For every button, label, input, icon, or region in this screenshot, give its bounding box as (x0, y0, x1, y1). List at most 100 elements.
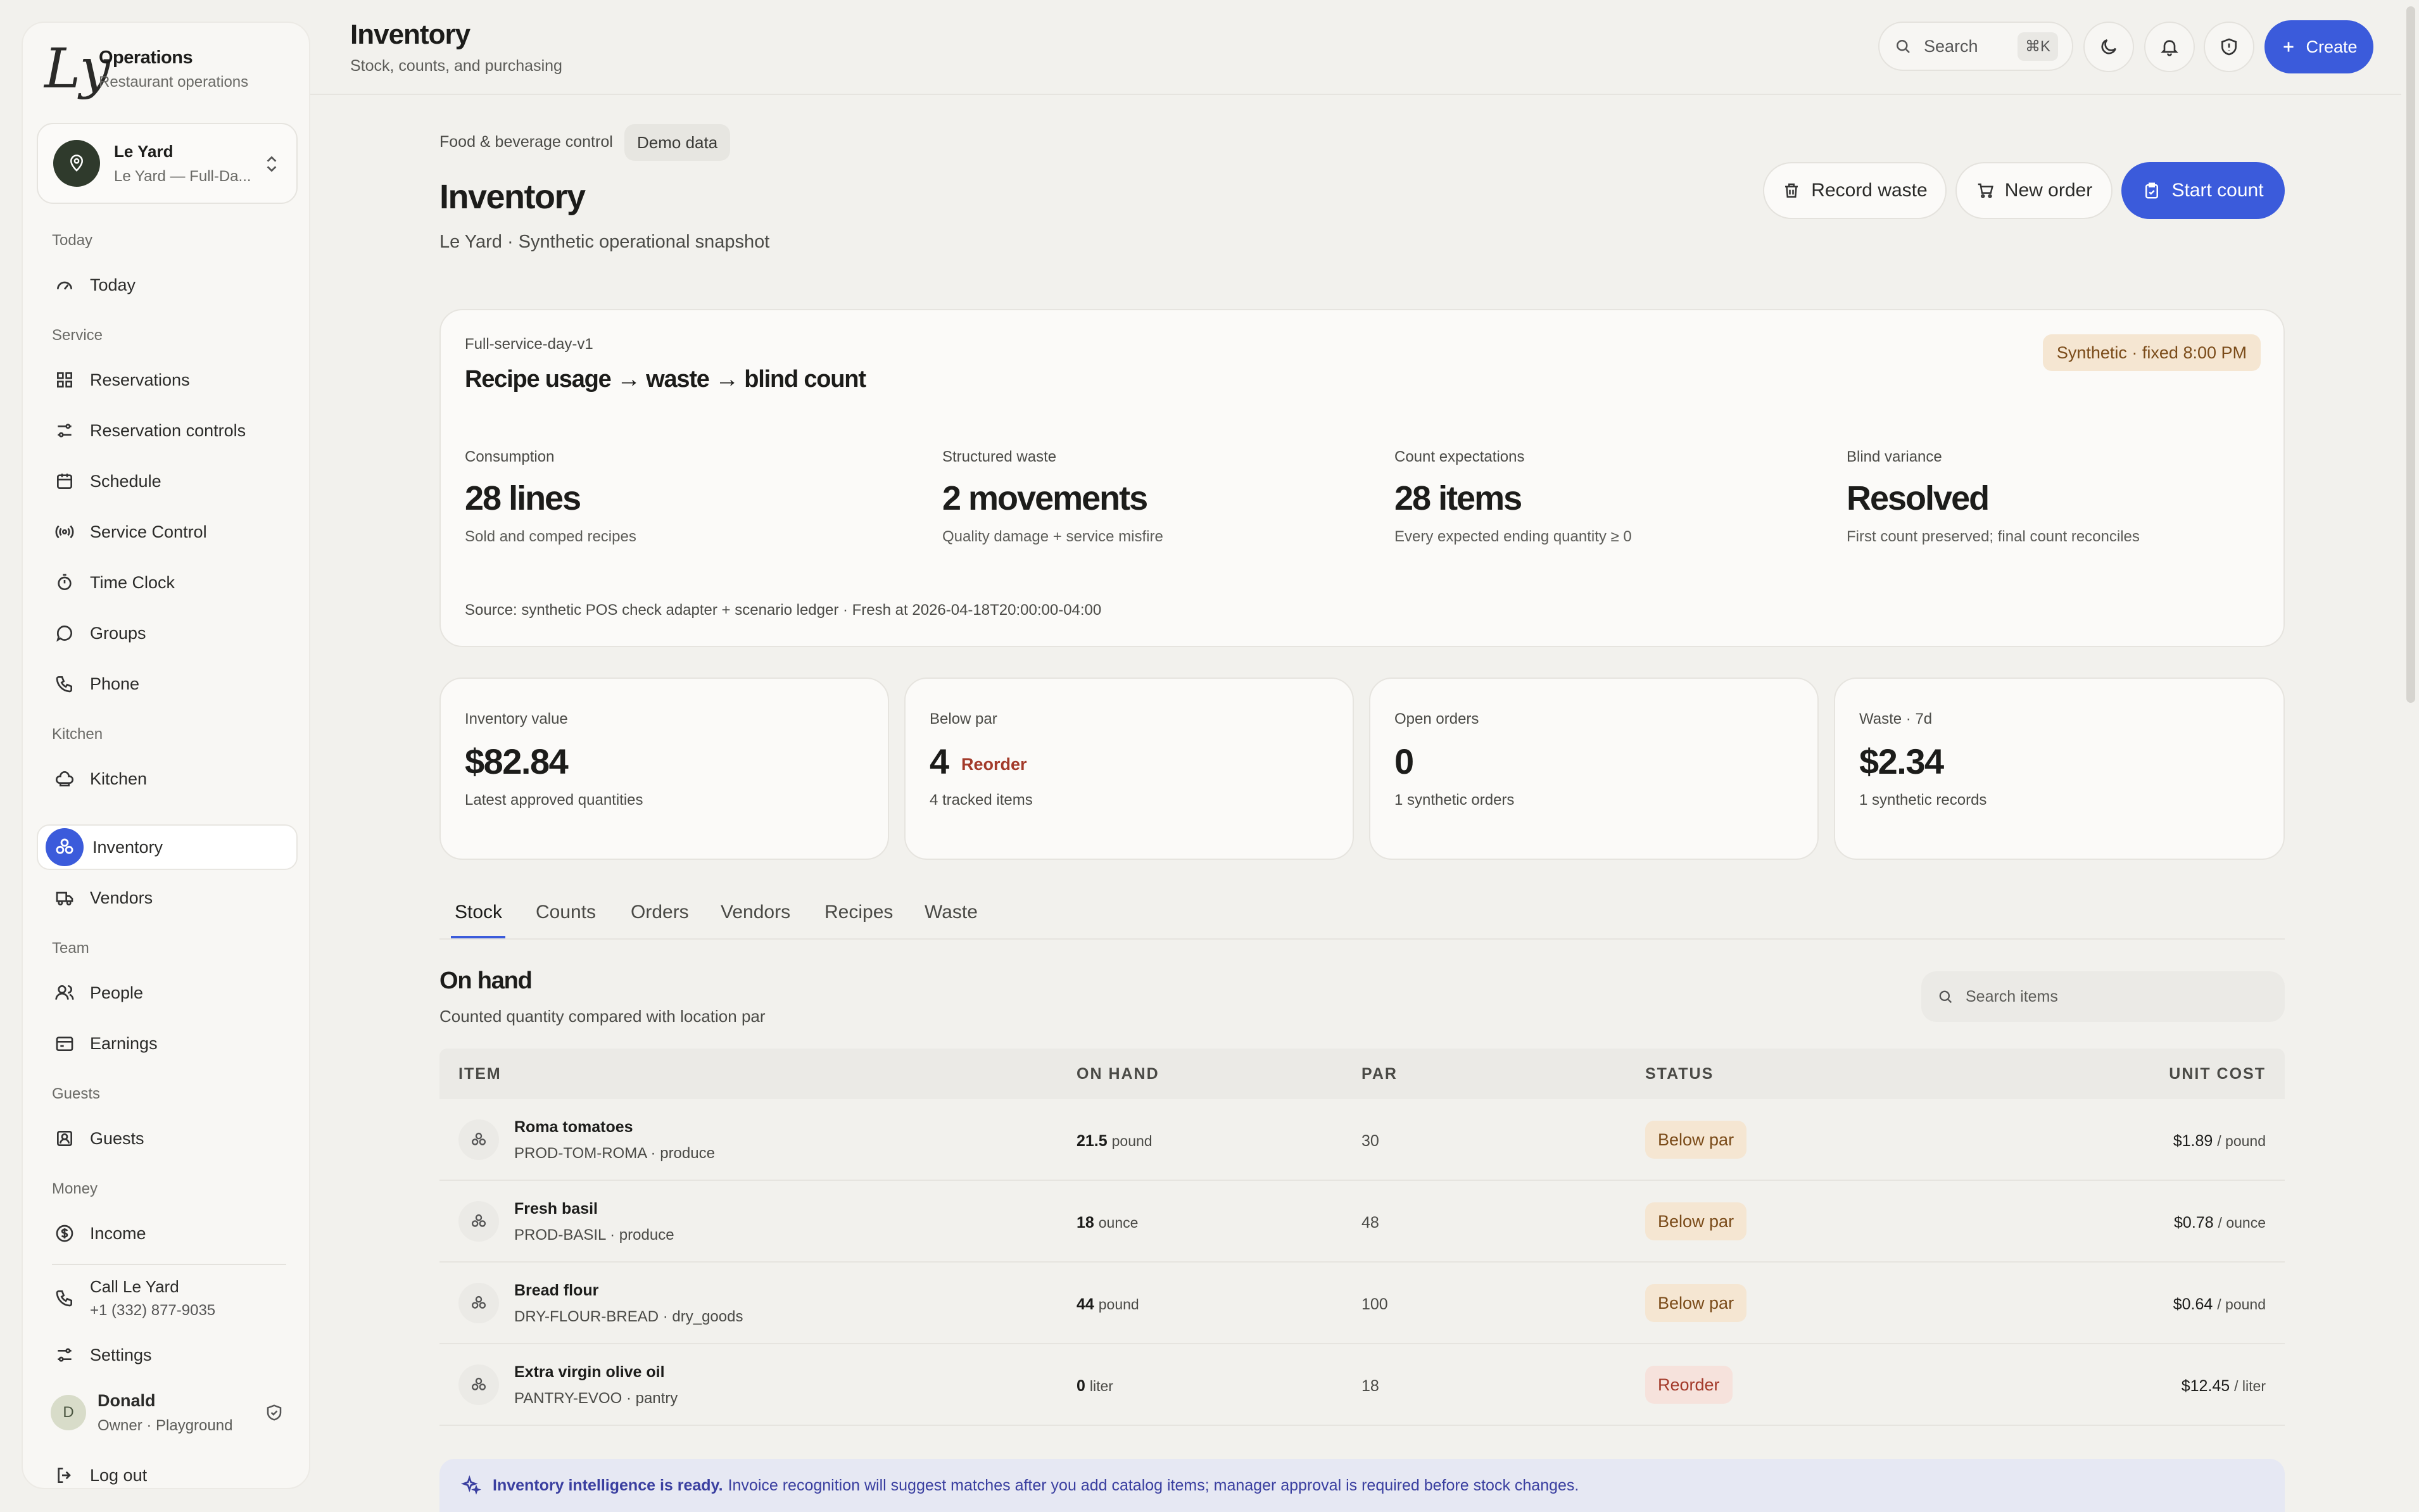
item-search-input[interactable]: Search items (1921, 971, 2285, 1022)
nav-item-guests[interactable]: Guests (37, 1116, 298, 1161)
nav-item-people[interactable]: People (37, 970, 298, 1016)
nav-label: Schedule (90, 471, 161, 491)
nav-item-groups[interactable]: Groups (37, 610, 298, 656)
nav-item-earnings[interactable]: Earnings (37, 1021, 298, 1066)
start-count-button[interactable]: Start count (2121, 162, 2285, 219)
metric-label: Blind variance (1847, 448, 1942, 465)
page-scrollbar[interactable] (2401, 0, 2419, 1512)
new-order-button[interactable]: New order (1955, 162, 2113, 219)
nav-section-money: Money (52, 1180, 98, 1197)
kpi-desc: 1 synthetic records (1859, 791, 1987, 809)
nav-item-schedule[interactable]: Schedule (37, 458, 298, 504)
cost-unit: / ounce (2218, 1214, 2266, 1231)
tab-stock[interactable]: Stock (455, 902, 502, 923)
sidebar-divider (52, 1264, 286, 1265)
scrollbar-thumb[interactable] (2406, 6, 2415, 703)
call-label: Call Le Yard (90, 1276, 179, 1296)
item-name: Extra virgin olive oil (514, 1363, 665, 1381)
nav-item-kitchen[interactable]: Kitchen (37, 756, 298, 802)
tab-recipes[interactable]: Recipes (824, 902, 893, 923)
user-menu[interactable]: D Donald Owner · Playground (37, 1384, 298, 1441)
unit-cost: $12.45 / liter (2182, 1377, 2266, 1395)
inventory-icon (458, 1119, 499, 1160)
call-location-link[interactable]: Call Le Yard +1 (332) 877-9035 (37, 1271, 298, 1325)
theme-toggle-button[interactable] (2083, 22, 2134, 72)
col-par[interactable]: PAR (1361, 1065, 1398, 1083)
table-row[interactable]: Roma tomatoes PROD-TOM-ROMA · produce 21… (439, 1099, 2285, 1181)
nav-label: Inventory (92, 837, 163, 857)
col-status[interactable]: STATUS (1645, 1065, 1714, 1083)
location-switcher[interactable]: Le Yard Le Yard — Full-Da... (37, 123, 298, 204)
col-on-hand[interactable]: ON HAND (1077, 1065, 1159, 1083)
create-button[interactable]: Create (2264, 20, 2373, 73)
gauge-icon (52, 272, 77, 298)
tab-waste[interactable]: Waste (925, 902, 978, 923)
new-order-label: New order (2004, 180, 2093, 201)
kpi-label: Inventory value (465, 710, 568, 728)
kpi-label: Open orders (1394, 710, 1479, 728)
record-waste-label: Record waste (1811, 180, 1928, 201)
metric-count-expectations: Count expectations 28 items Every expect… (1394, 448, 1632, 546)
nav-section-service: Service (52, 327, 103, 344)
global-search[interactable]: Search ⌘K (1878, 22, 2073, 71)
item-sku: PANTRY-EVOO · pantry (514, 1390, 678, 1407)
clipboard-check-icon (2142, 181, 2161, 200)
table-header: ITEM ON HAND PAR STATUS UNIT COST (439, 1049, 2285, 1099)
synthetic-badge: Synthetic · fixed 8:00 PM (2042, 334, 2261, 371)
nav-item-inventory[interactable]: Inventory (37, 824, 298, 870)
users-icon (52, 980, 77, 1005)
nav-item-reservation-controls[interactable]: Reservation controls (37, 408, 298, 453)
sidebar: Ly Operations Restaurant operations Le Y… (22, 22, 310, 1489)
nav-label: Kitchen (90, 769, 148, 788)
cost-value: $12.45 (2181, 1377, 2230, 1395)
on-hand-value: 18 ounce (1077, 1214, 1138, 1232)
kpi-value: $2.34 (1859, 741, 1944, 781)
brand[interactable]: Ly Operations Restaurant operations (44, 42, 248, 96)
col-item[interactable]: ITEM (458, 1065, 502, 1083)
metric-structured-waste: Structured waste 2 movements Quality dam… (942, 448, 1163, 546)
metric-consumption: Consumption 28 lines Sold and comped rec… (465, 448, 636, 546)
reorder-tag: Reorder (961, 755, 1027, 774)
metric-desc: Sold and comped recipes (465, 528, 636, 545)
metric-label: Consumption (465, 448, 555, 465)
metric-desc: Every expected ending quantity ≥ 0 (1394, 528, 1632, 545)
nav-item-income[interactable]: Income (37, 1211, 298, 1256)
logout-icon (52, 1463, 77, 1488)
nav-item-settings[interactable]: Settings (37, 1332, 298, 1378)
table-row[interactable]: Extra virgin olive oil PANTRY-EVOO · pan… (439, 1344, 2285, 1426)
tab-vendors[interactable]: Vendors (721, 902, 790, 923)
table-row[interactable]: Fresh basil PROD-BASIL · produce 18 ounc… (439, 1181, 2285, 1263)
inventory-icon (458, 1364, 499, 1405)
map-pin-icon (53, 140, 100, 187)
nav-label: Service Control (90, 522, 207, 541)
item-sku: PROD-TOM-ROMA · produce (514, 1145, 715, 1162)
search-label: Search (1924, 36, 1978, 56)
chat-bubble-icon (52, 621, 77, 646)
tab-counts[interactable]: Counts (536, 902, 596, 923)
location-detail: Le Yard — Full-Da... (114, 167, 251, 185)
notifications-button[interactable] (2144, 22, 2195, 72)
nav-label: Time Clock (90, 572, 175, 592)
nav-item-service-control[interactable]: Service Control (37, 509, 298, 555)
nav-item-reservations[interactable]: Reservations (37, 357, 298, 403)
security-button[interactable] (2204, 22, 2254, 72)
col-unit-cost[interactable]: UNIT COST (2169, 1065, 2266, 1083)
nav-item-today[interactable]: Today (37, 262, 298, 308)
chevron-up-down-icon (263, 153, 280, 175)
record-waste-button[interactable]: Record waste (1763, 162, 1947, 219)
inventory-icon (458, 1201, 499, 1242)
par-value: 30 (1361, 1132, 1379, 1150)
nav-item-vendors[interactable]: Vendors (37, 875, 298, 921)
user-role: Owner · Playground (98, 1416, 233, 1434)
shortcut-hint: ⌘K (2017, 32, 2058, 61)
kpi-inventory-value: Inventory value $82.84 Latest approved q… (439, 677, 889, 860)
cost-unit: / pound (2217, 1296, 2266, 1313)
table-row[interactable]: Bread flour DRY-FLOUR-BREAD · dry_goods … (439, 1263, 2285, 1344)
cost-unit: / liter (2234, 1378, 2266, 1394)
kpi-value: $82.84 (465, 741, 569, 781)
nav-item-phone[interactable]: Phone (37, 661, 298, 707)
tab-orders[interactable]: Orders (631, 902, 689, 923)
logout-button[interactable]: Log out (37, 1452, 298, 1498)
kpi-value: 4 (930, 741, 949, 781)
nav-item-time-clock[interactable]: Time Clock (37, 560, 298, 605)
